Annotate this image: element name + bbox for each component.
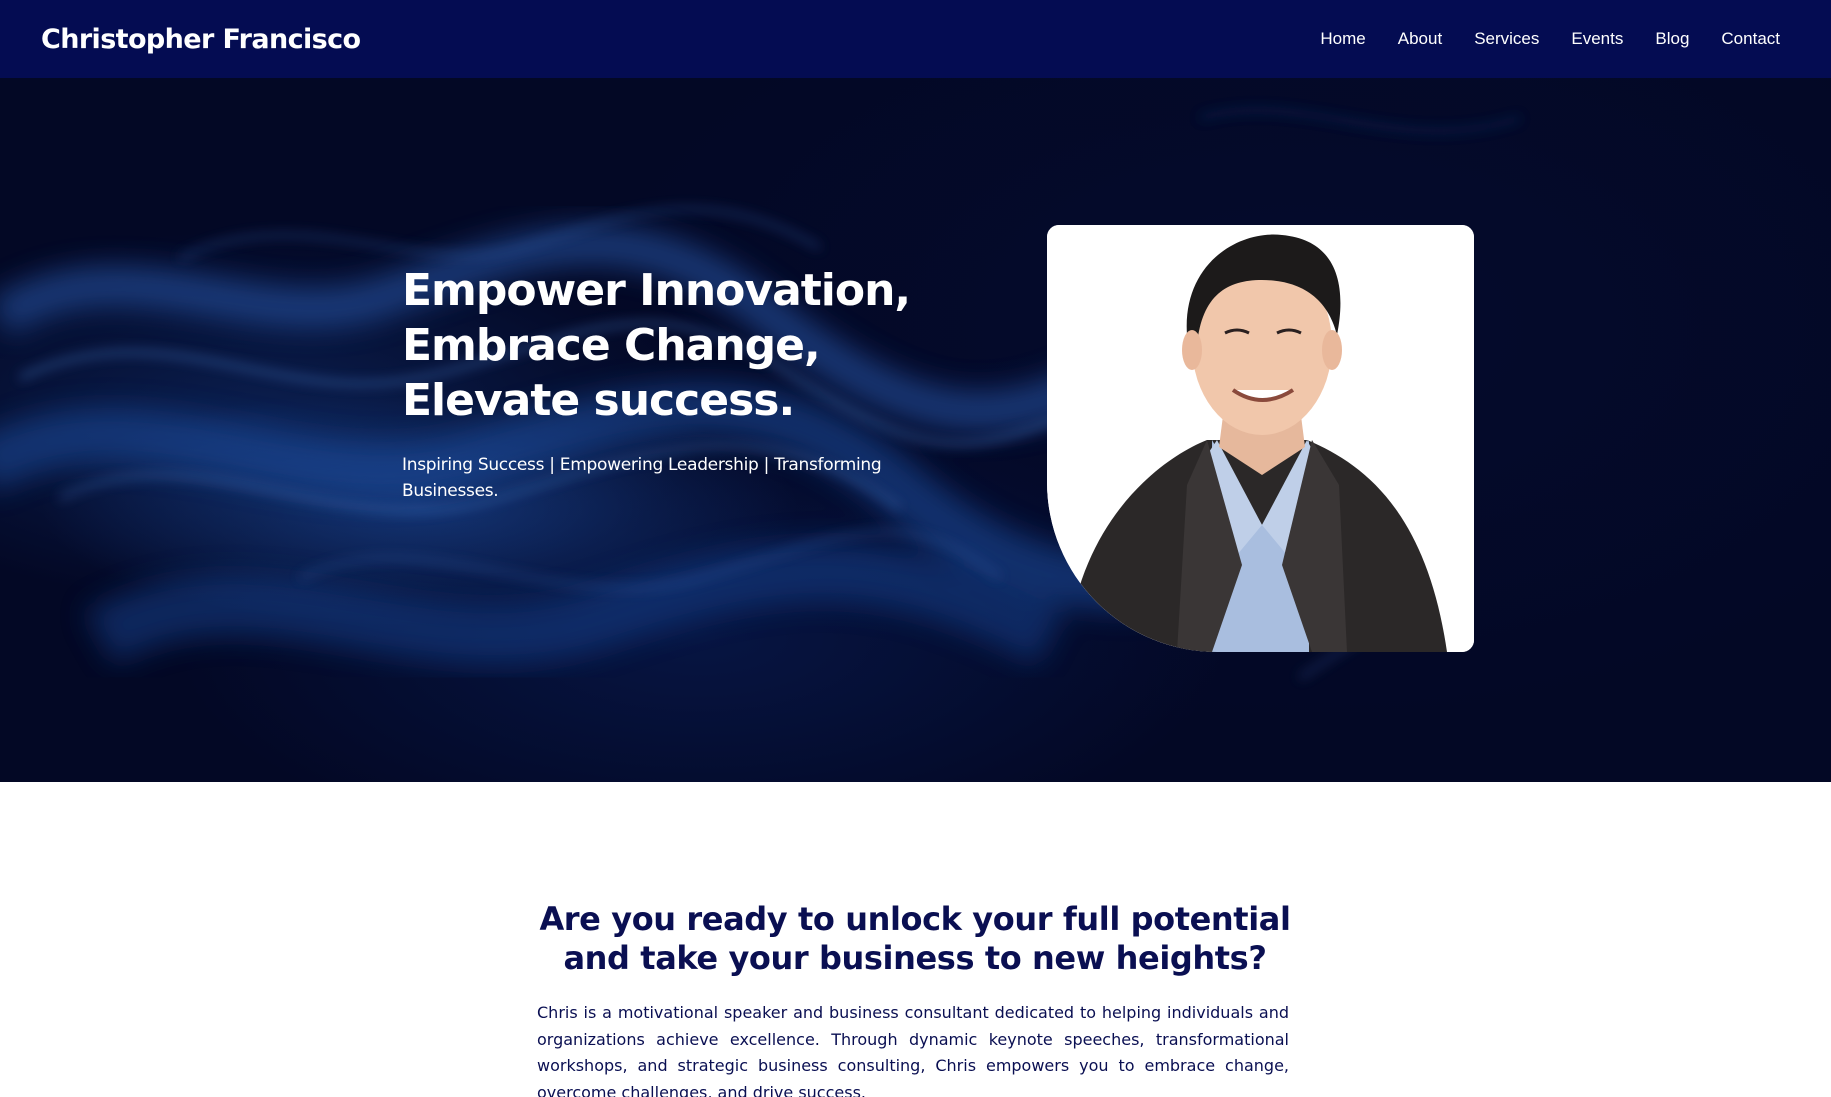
speaker-portrait-image xyxy=(1047,225,1474,652)
nav-events-link[interactable]: Events xyxy=(1571,29,1623,49)
hero-section: Empower Innovation, Embrace Change, Elev… xyxy=(0,78,1831,782)
main-navigation: Home About Services Events Blog Contact xyxy=(1288,29,1780,49)
intro-paragraph: Chris is a motivational speaker and busi… xyxy=(537,1003,1289,1097)
hero-text-block: Empower Innovation, Embrace Change, Elev… xyxy=(402,263,922,504)
hero-title-line-1: Empower Innovation, xyxy=(402,265,911,316)
intro-heading: Are you ready to unlock your full potent… xyxy=(539,900,1291,977)
nav-blog-link[interactable]: Blog xyxy=(1655,29,1689,49)
nav-services-link[interactable]: Services xyxy=(1474,29,1539,49)
hero-title-line-2: Embrace Change, xyxy=(402,320,821,371)
site-logo[interactable]: Christopher Francisco xyxy=(41,24,361,55)
nav-contact-link[interactable]: Contact xyxy=(1721,29,1780,49)
speaker-portrait xyxy=(1047,225,1474,652)
nav-home-link[interactable]: Home xyxy=(1320,29,1365,49)
nav-about-link[interactable]: About xyxy=(1398,29,1442,49)
hero-title: Empower Innovation, Embrace Change, Elev… xyxy=(402,263,922,428)
intro-section: Are you ready to unlock your full potent… xyxy=(0,782,1831,1097)
hero-title-line-3: Elevate success. xyxy=(402,375,795,426)
site-header: Christopher Francisco Home About Service… xyxy=(0,0,1831,78)
hero-subtitle: Inspiring Success | Empowering Leadershi… xyxy=(402,455,882,501)
